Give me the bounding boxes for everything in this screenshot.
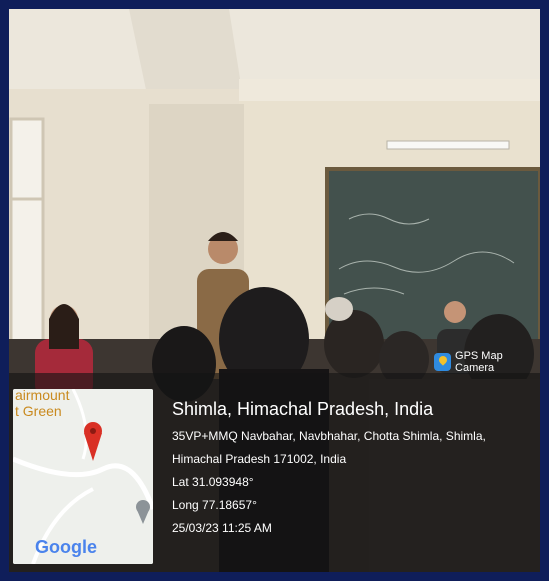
map-place-label-2: t Green (15, 403, 62, 419)
gps-camera-badge: GPS Map Camera (434, 350, 540, 374)
badge-label: GPS Map Camera (455, 350, 503, 374)
datetime: 25/03/23 11:25 AM (172, 521, 272, 535)
longitude: Long 77.18657° (172, 498, 257, 512)
address-line-2: Himachal Pradesh 171002, India (172, 452, 347, 466)
map-pin-icon (434, 353, 452, 371)
location-title: Shimla, Himachal Pradesh, India (172, 399, 434, 419)
latitude: Lat 31.093948° (172, 475, 254, 489)
location-info: Shimla, Himachal Pradesh, India 35VP+MMQ… (172, 397, 486, 540)
google-logo: Google (35, 537, 97, 557)
address-line-1: 35VP+MMQ Navbahar, Navbhahar, Chotta Shi… (172, 429, 486, 443)
photo-frame: GPS Map Camera airmount t Green Google S… (0, 0, 549, 581)
map-place-label-1: airmount (15, 389, 70, 403)
map-thumbnail: airmount t Green Google (13, 389, 153, 564)
